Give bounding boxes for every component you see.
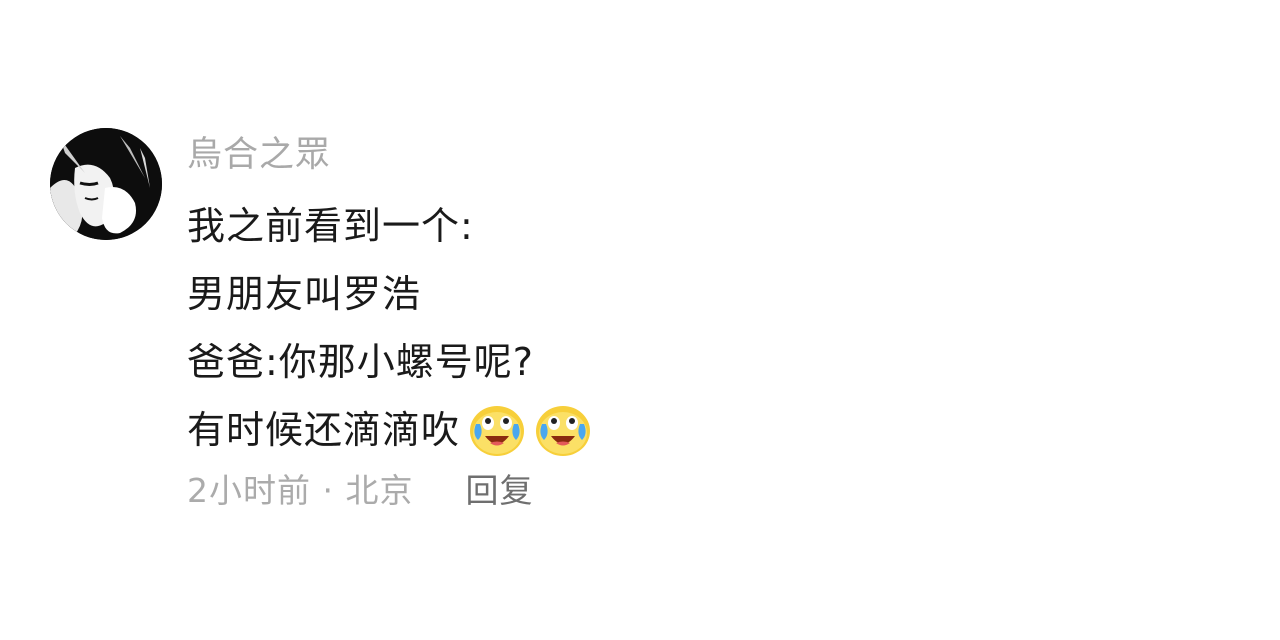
- comment-meta: 2小时前 · 北京 回复: [187, 463, 533, 513]
- comment-line-text: 男朋友叫罗浩: [187, 272, 422, 316]
- username[interactable]: 烏合之眾: [187, 130, 331, 180]
- comment-text: 我之前看到一个: 男朋友叫罗浩 爸爸:你那小螺号呢? 有时候还滴滴吹: [187, 192, 592, 464]
- timestamp-location: 2小时前 · 北京: [187, 471, 414, 510]
- comment-line-text: 有时候还滴滴吹: [187, 408, 461, 452]
- comment-line-text: 爸爸:你那小螺号呢?: [187, 340, 534, 384]
- crying-laughing-emoji-icon: [468, 402, 526, 458]
- comment-line-text: 我之前看到一个:: [187, 204, 474, 248]
- comment-line: 我之前看到一个:: [187, 192, 592, 260]
- crying-laughing-emoji-icon: [534, 402, 592, 458]
- comment-line: 爸爸:你那小螺号呢?: [187, 328, 592, 396]
- avatar-image: [50, 128, 162, 240]
- comment-line: 有时候还滴滴吹: [187, 396, 592, 464]
- comment-item: 烏合之眾 我之前看到一个: 男朋友叫罗浩 爸爸:你那小螺号呢? 有时候还滴滴吹: [50, 128, 1230, 528]
- avatar[interactable]: [50, 128, 162, 240]
- comment-line: 男朋友叫罗浩: [187, 260, 592, 328]
- reply-button[interactable]: 回复: [465, 464, 533, 512]
